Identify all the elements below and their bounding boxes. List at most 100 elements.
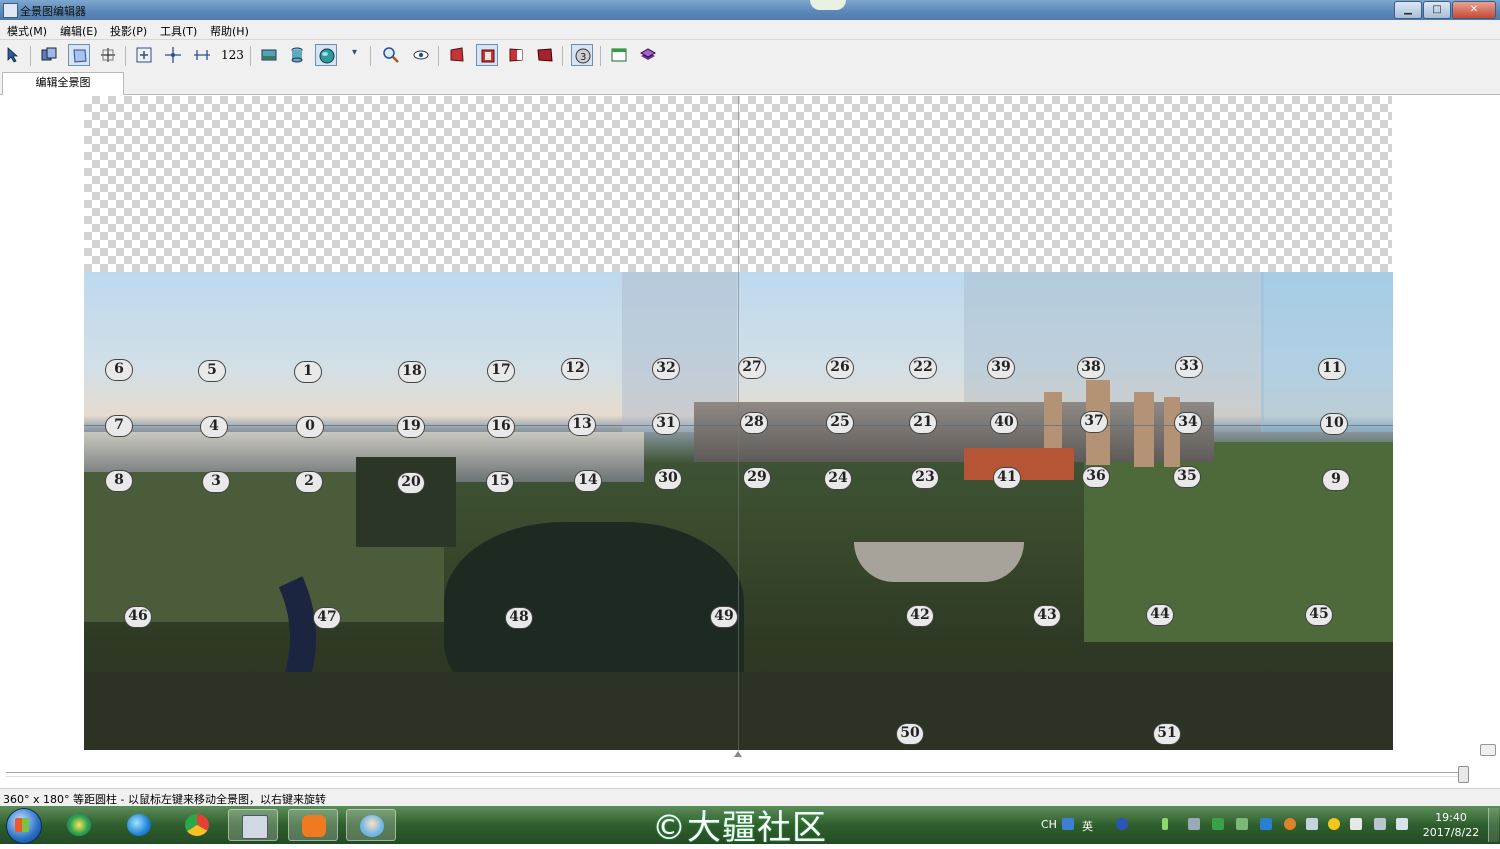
- layer-3-icon[interactable]: 3: [571, 44, 593, 66]
- control-point[interactable]: 32: [652, 358, 680, 380]
- control-point[interactable]: 2: [295, 471, 323, 493]
- zoom-icon[interactable]: [380, 44, 402, 66]
- app-orange-icon[interactable]: [288, 809, 338, 841]
- window-icon[interactable]: [608, 44, 630, 66]
- control-point[interactable]: 8: [105, 470, 133, 492]
- panorama-editor-app[interactable]: [228, 809, 278, 841]
- straighten-icon[interactable]: [191, 44, 213, 66]
- control-point[interactable]: 20: [397, 472, 425, 494]
- chrome-icon[interactable]: [172, 809, 222, 841]
- crop-icon[interactable]: [97, 44, 119, 66]
- cylinder-icon[interactable]: [286, 44, 308, 66]
- box-center-icon[interactable]: [476, 44, 498, 66]
- control-point[interactable]: 29: [743, 467, 771, 489]
- close-button[interactable]: ✕: [1452, 1, 1496, 19]
- control-point[interactable]: 22: [909, 357, 937, 379]
- control-point[interactable]: 6: [105, 359, 133, 381]
- numbers-toggle[interactable]: 123: [221, 48, 244, 62]
- image-icon[interactable]: [258, 44, 280, 66]
- control-point[interactable]: 33: [1175, 356, 1203, 378]
- control-point[interactable]: 42: [906, 605, 934, 627]
- menu-edit[interactable]: 编辑(E): [60, 23, 98, 39]
- control-point[interactable]: 14: [574, 470, 602, 492]
- network-icon[interactable]: [1260, 818, 1272, 830]
- stack-icon[interactable]: [637, 44, 659, 66]
- menu-help[interactable]: 帮助(H): [210, 23, 249, 39]
- monitor-icon[interactable]: [1188, 818, 1200, 830]
- control-point[interactable]: 11: [1318, 358, 1346, 380]
- fit-icon[interactable]: [133, 44, 155, 66]
- control-point[interactable]: 12: [561, 358, 589, 380]
- control-point[interactable]: 21: [909, 412, 937, 434]
- eye-icon[interactable]: [410, 44, 432, 66]
- control-point[interactable]: 37: [1080, 411, 1108, 433]
- language-indicator[interactable]: CH: [1041, 818, 1057, 831]
- control-point[interactable]: 46: [124, 606, 152, 628]
- control-point[interactable]: 15: [486, 471, 514, 493]
- control-point[interactable]: 27: [738, 357, 766, 379]
- control-point[interactable]: 48: [505, 607, 533, 629]
- clipboard-icon[interactable]: [1350, 818, 1362, 830]
- weather-icon[interactable]: [1328, 818, 1340, 830]
- control-point[interactable]: 49: [710, 606, 738, 628]
- control-point[interactable]: 23: [911, 467, 939, 489]
- control-point[interactable]: 1: [294, 361, 322, 383]
- control-point[interactable]: 43: [1033, 605, 1061, 627]
- control-point[interactable]: 10: [1320, 413, 1348, 435]
- shield-icon[interactable]: [1212, 818, 1224, 830]
- app-360-icon[interactable]: [54, 809, 104, 841]
- center-icon[interactable]: [162, 44, 184, 66]
- control-point[interactable]: 39: [987, 357, 1015, 379]
- control-point[interactable]: 18: [398, 361, 426, 383]
- tab-edit-panorama[interactable]: 编辑全景图: [2, 72, 124, 95]
- vertical-scroll-handle[interactable]: [1480, 744, 1496, 756]
- minimize-button[interactable]: ▁: [1394, 1, 1422, 19]
- control-point[interactable]: 36: [1082, 466, 1110, 488]
- box-dark-icon[interactable]: [534, 44, 556, 66]
- help-icon[interactable]: [1116, 818, 1128, 830]
- control-point[interactable]: 9: [1322, 469, 1350, 491]
- control-point[interactable]: 40: [990, 412, 1018, 434]
- control-point[interactable]: 26: [826, 357, 854, 379]
- menu-projection[interactable]: 投影(P): [110, 23, 147, 39]
- maximize-button[interactable]: □: [1423, 1, 1451, 19]
- control-point[interactable]: 3: [202, 471, 230, 493]
- control-point[interactable]: 41: [993, 467, 1021, 489]
- center-guide-handle[interactable]: [734, 751, 742, 757]
- horizontal-slider-track[interactable]: [6, 772, 1468, 777]
- control-point[interactable]: 30: [654, 468, 682, 490]
- cloud-icon[interactable]: [1306, 818, 1318, 830]
- control-point[interactable]: 0: [296, 416, 324, 438]
- control-point[interactable]: 25: [826, 412, 854, 434]
- horizontal-slider-thumb[interactable]: [1458, 766, 1469, 783]
- menu-tools[interactable]: 工具(T): [160, 23, 197, 39]
- control-point[interactable]: 35: [1173, 466, 1201, 488]
- battery-icon[interactable]: [1162, 818, 1168, 830]
- control-point[interactable]: 5: [198, 360, 226, 382]
- usb-icon[interactable]: [1236, 818, 1248, 830]
- volume-icon[interactable]: [1396, 818, 1408, 830]
- control-point[interactable]: 17: [487, 360, 515, 382]
- select-cursor-icon[interactable]: [3, 44, 25, 66]
- control-point[interactable]: 38: [1077, 357, 1105, 379]
- control-point[interactable]: 13: [568, 414, 596, 436]
- control-point[interactable]: 44: [1146, 604, 1174, 626]
- box-right-icon[interactable]: [505, 44, 527, 66]
- control-point[interactable]: 4: [200, 416, 228, 438]
- search-icon[interactable]: [1062, 818, 1074, 830]
- ie-icon[interactable]: [114, 809, 164, 841]
- qq-icon[interactable]: [1284, 818, 1296, 830]
- control-point[interactable]: 16: [487, 416, 515, 438]
- control-point[interactable]: 31: [652, 413, 680, 435]
- menu-mode[interactable]: 模式(M): [7, 23, 47, 39]
- control-point[interactable]: 24: [824, 468, 852, 490]
- display-icon[interactable]: [1374, 818, 1386, 830]
- control-point[interactable]: 47: [313, 607, 341, 629]
- projection-dropdown-icon[interactable]: ▾: [352, 47, 357, 58]
- control-point[interactable]: 19: [397, 416, 425, 438]
- box-left-icon[interactable]: [446, 44, 468, 66]
- preview-icon[interactable]: [38, 44, 60, 66]
- control-point[interactable]: 50: [896, 723, 924, 745]
- control-point[interactable]: 34: [1174, 412, 1202, 434]
- show-desktop-button[interactable]: [1488, 808, 1499, 842]
